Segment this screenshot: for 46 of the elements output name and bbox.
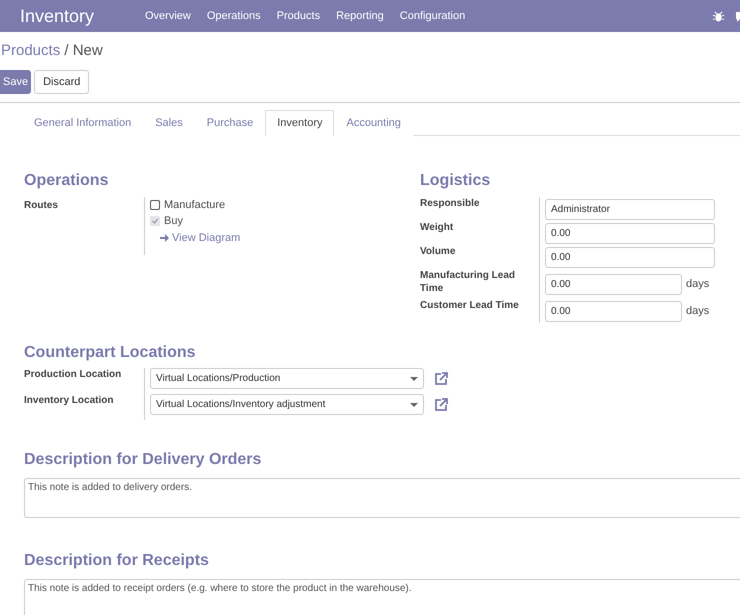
menu-item[interactable]: Operations — [198, 10, 269, 22]
field-label: Customer Lead Time — [420, 300, 519, 311]
breadcrumb-link[interactable]: Products — [1, 42, 60, 59]
field-label: Manufacturing Lead Time — [420, 270, 516, 294]
menu-item[interactable]: Reporting — [328, 10, 392, 22]
external-link-icon[interactable] — [433, 396, 449, 412]
unit-label: days — [686, 305, 710, 317]
tab[interactable]: Inventory — [265, 110, 334, 136]
section-title: Operations — [24, 171, 110, 191]
discard-button[interactable]: Discard — [34, 70, 90, 94]
breadcrumb-current: New — [72, 42, 103, 59]
input-field[interactable]: 0.00 — [545, 300, 682, 322]
note-field[interactable]: This note is added to receipt orders (e.g. where to store the product in the warehouse). — [24, 579, 740, 615]
field-label: Volume — [420, 246, 456, 257]
unit-label: days — [686, 278, 710, 290]
field-label: Inventory Location — [24, 395, 114, 406]
field-label: Routes — [24, 199, 59, 212]
section-title: Description for Receipts — [24, 551, 210, 571]
save-button[interactable]: Save — [0, 70, 32, 94]
menu-item[interactable]: Overview — [137, 10, 199, 22]
checkbox-label: Buy — [164, 215, 183, 227]
input-field[interactable]: 0.00 — [545, 274, 682, 294]
input-field[interactable]: 0.00 — [545, 222, 715, 244]
breadcrumb-separator: / — [64, 42, 69, 59]
caret-icon — [410, 402, 418, 406]
select-field[interactable]: Virtual Locations/Production — [150, 368, 424, 389]
bug-icon[interactable] — [713, 10, 724, 22]
section-title: Description for Delivery Orders — [24, 450, 262, 470]
checkbox-label: Manufacture — [164, 199, 226, 211]
field-label: Weight — [420, 222, 454, 233]
section-title: Counterpart Locations — [24, 343, 197, 363]
menu-item[interactable]: Configuration — [392, 10, 474, 22]
section-title: Logistics — [420, 171, 492, 191]
view-diagram-link[interactable]: View Diagram — [160, 229, 420, 247]
input-field[interactable]: 0.00 — [545, 246, 715, 268]
menu-item[interactable]: Products — [268, 10, 328, 22]
app-title[interactable]: Inventory — [20, 6, 137, 26]
external-link-icon[interactable] — [433, 370, 449, 386]
arrow-icon — [160, 234, 169, 242]
select-field[interactable]: Virtual Locations/Inventory adjustment — [150, 394, 424, 415]
field-label: Responsible — [420, 198, 480, 209]
caret-icon — [410, 376, 418, 380]
input-field[interactable]: Administrator — [545, 198, 715, 220]
note-field[interactable]: This note is added to delivery orders. — [24, 478, 740, 518]
checkbox[interactable] — [150, 200, 160, 210]
field-label: Production Location — [24, 369, 122, 380]
